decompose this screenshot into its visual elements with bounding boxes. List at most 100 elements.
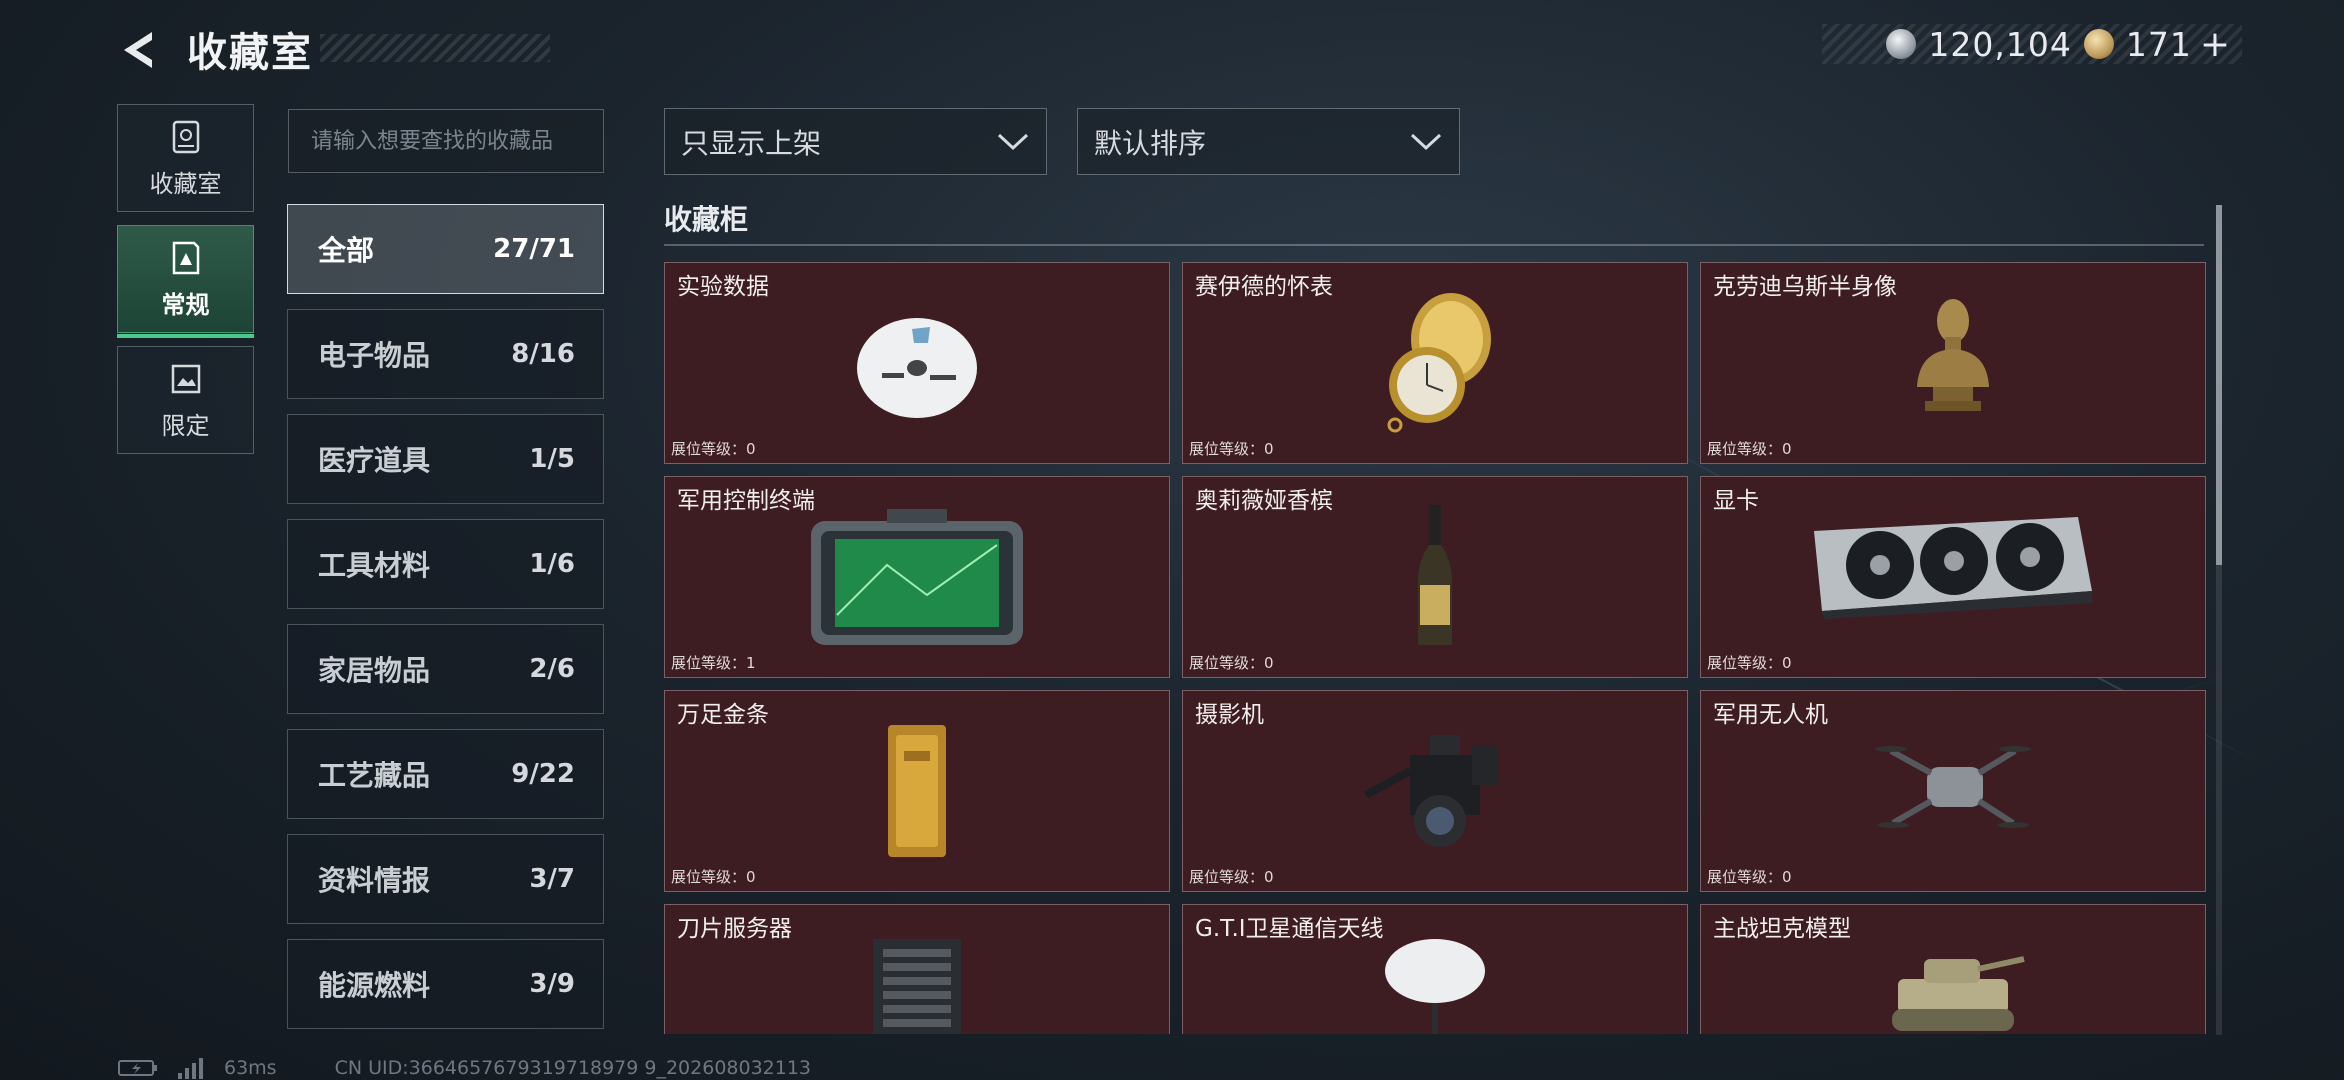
category-electronics[interactable]: 电子物品 8/16 bbox=[287, 309, 604, 399]
item-name: 万足金条 bbox=[677, 702, 769, 728]
rail-tab-label: 收藏室 bbox=[149, 169, 222, 198]
item-level: 展位等级：0 bbox=[1189, 654, 1274, 672]
video-camera-icon bbox=[1364, 735, 1498, 847]
category-count: 9/22 bbox=[511, 759, 575, 789]
currency-bar: 120,104 171 + bbox=[1822, 24, 2242, 65]
rail-tab-regular[interactable]: 常规 bbox=[117, 225, 254, 338]
battery-charging-icon bbox=[118, 1060, 157, 1076]
back-arrow-icon[interactable] bbox=[118, 28, 158, 72]
collection-card[interactable]: 克劳迪乌斯半身像 展位等级：0 bbox=[1700, 262, 2206, 464]
item-name: 军用无人机 bbox=[1713, 702, 1828, 728]
section-divider bbox=[664, 244, 2204, 246]
item-name: 摄影机 bbox=[1195, 702, 1264, 728]
category-name: 工具材料 bbox=[318, 549, 431, 582]
add-currency-button[interactable]: + bbox=[2200, 24, 2230, 65]
blade-server-icon bbox=[873, 939, 961, 1034]
collection-card[interactable]: 军用无人机 展位等级：0 bbox=[1700, 690, 2206, 892]
item-level: 展位等级：0 bbox=[671, 440, 756, 458]
collection-card[interactable]: 显卡 展位等级：0 bbox=[1700, 476, 2206, 678]
category-count: 3/9 bbox=[529, 969, 575, 999]
item-level: 展位等级：0 bbox=[1189, 868, 1274, 886]
item-level: 展位等级：0 bbox=[1707, 868, 1792, 886]
item-level: 展位等级：1 bbox=[671, 654, 756, 672]
chevron-down-icon bbox=[1410, 133, 1442, 150]
category-medical[interactable]: 医疗道具 1/5 bbox=[287, 414, 604, 504]
gold-coin-balance: 171 bbox=[2125, 24, 2192, 64]
collection-card[interactable]: 奥莉薇娅香槟 展位等级：0 bbox=[1182, 476, 1688, 678]
category-count: 1/5 bbox=[529, 444, 575, 474]
display-filter-dropdown[interactable]: 只显示上架 bbox=[664, 108, 1047, 175]
tank-model-icon bbox=[1892, 956, 2025, 1031]
control-terminal-icon bbox=[811, 509, 1023, 645]
item-name: 刀片服务器 bbox=[677, 916, 792, 942]
item-name: 赛伊德的怀表 bbox=[1195, 274, 1333, 300]
sort-dropdown[interactable]: 默认排序 bbox=[1077, 108, 1460, 175]
item-name: 克劳迪乌斯半身像 bbox=[1713, 274, 1897, 300]
category-count: 8/16 bbox=[511, 339, 575, 369]
bust-statue-icon bbox=[1917, 299, 1989, 411]
rail-tab-limited[interactable]: 限定 bbox=[117, 346, 254, 454]
silver-coin-balance: 120,104 bbox=[1928, 24, 2072, 64]
category-name: 全部 bbox=[318, 234, 375, 267]
category-household[interactable]: 家居物品 2/6 bbox=[287, 624, 604, 714]
gold-coin-icon bbox=[2083, 29, 2114, 59]
sort-value: 默认排序 bbox=[1094, 126, 1207, 160]
champagne-bottle-icon bbox=[1418, 505, 1452, 645]
status-footer: 63ms CN UID:3664657679319718979 9_202608… bbox=[118, 1056, 1318, 1080]
rail-tab-label: 常规 bbox=[161, 290, 210, 319]
pocket-watch-icon bbox=[1387, 293, 1491, 433]
item-name: G.T.I卫星通信天线 bbox=[1195, 916, 1384, 942]
collection-grid: 实验数据 展位等级：0 赛伊德的怀表 展位等级：0 克劳迪乌斯半身像 展位等级：… bbox=[660, 258, 2210, 1034]
safe-icon bbox=[172, 120, 199, 153]
category-energy[interactable]: 能源燃料 3/9 bbox=[287, 939, 604, 1029]
rail-tab-collection-room[interactable]: 收藏室 bbox=[117, 104, 254, 212]
page-title: 收藏室 bbox=[187, 30, 313, 76]
section-title: 收藏柜 bbox=[664, 203, 749, 236]
search-field[interactable] bbox=[288, 109, 604, 173]
category-crafts[interactable]: 工艺藏品 9/22 bbox=[287, 729, 604, 819]
gold-bar-icon bbox=[888, 725, 946, 857]
chevron-down-icon bbox=[997, 133, 1029, 150]
item-name: 奥莉薇娅香槟 bbox=[1195, 488, 1333, 514]
collection-card[interactable]: 主战坦克模型 bbox=[1700, 904, 2206, 1034]
category-name: 资料情报 bbox=[318, 864, 431, 897]
item-name: 主战坦克模型 bbox=[1713, 916, 1851, 942]
item-level: 展位等级：0 bbox=[1189, 440, 1274, 458]
signal-strength-icon bbox=[178, 1058, 203, 1079]
category-name: 医疗道具 bbox=[318, 444, 431, 477]
category-tools[interactable]: 工具材料 1/6 bbox=[287, 519, 604, 609]
display-case-icon bbox=[172, 241, 199, 274]
search-input[interactable] bbox=[311, 128, 581, 154]
picture-frame-icon bbox=[171, 364, 200, 393]
top-bar: 收藏室 120,104 171 + bbox=[0, 0, 2344, 100]
category-intel[interactable]: 资料情报 3/7 bbox=[287, 834, 604, 924]
ping-text: 63ms bbox=[224, 1057, 277, 1079]
collection-card[interactable]: 万足金条 展位等级：0 bbox=[664, 690, 1170, 892]
silver-coin-icon bbox=[1886, 29, 1917, 59]
item-name: 实验数据 bbox=[677, 274, 769, 300]
category-all[interactable]: 全部 27/71 bbox=[287, 204, 604, 294]
collection-card[interactable]: G.T.I卫星通信天线 bbox=[1182, 904, 1688, 1034]
graphics-card-icon bbox=[1814, 517, 2092, 619]
category-count: 3/7 bbox=[529, 864, 575, 894]
collection-card[interactable]: 军用控制终端 展位等级：1 bbox=[664, 476, 1170, 678]
scrollbar[interactable] bbox=[2216, 205, 2222, 1035]
collection-card[interactable]: 实验数据 展位等级：0 bbox=[664, 262, 1170, 464]
title-decoration bbox=[320, 34, 550, 62]
item-level: 展位等级：0 bbox=[1707, 440, 1792, 458]
category-name: 电子物品 bbox=[318, 339, 431, 372]
category-count: 27/71 bbox=[493, 234, 575, 264]
display-filter-value: 只显示上架 bbox=[681, 126, 822, 160]
scrollbar-thumb[interactable] bbox=[2216, 205, 2222, 565]
satellite-dish-icon bbox=[1385, 939, 1485, 1034]
item-name: 军用控制终端 bbox=[677, 488, 815, 514]
category-count: 1/6 bbox=[529, 549, 575, 579]
item-level: 展位等级：0 bbox=[1707, 654, 1792, 672]
collection-card[interactable]: 刀片服务器 bbox=[664, 904, 1170, 1034]
collection-card[interactable]: 赛伊德的怀表 展位等级：0 bbox=[1182, 262, 1688, 464]
uid-text: CN UID:3664657679319718979 9_20260803211… bbox=[334, 1057, 812, 1079]
category-count: 2/6 bbox=[529, 654, 575, 684]
collection-card[interactable]: 摄影机 展位等级：0 bbox=[1182, 690, 1688, 892]
category-name: 工艺藏品 bbox=[318, 759, 431, 792]
category-name: 能源燃料 bbox=[318, 969, 431, 1002]
